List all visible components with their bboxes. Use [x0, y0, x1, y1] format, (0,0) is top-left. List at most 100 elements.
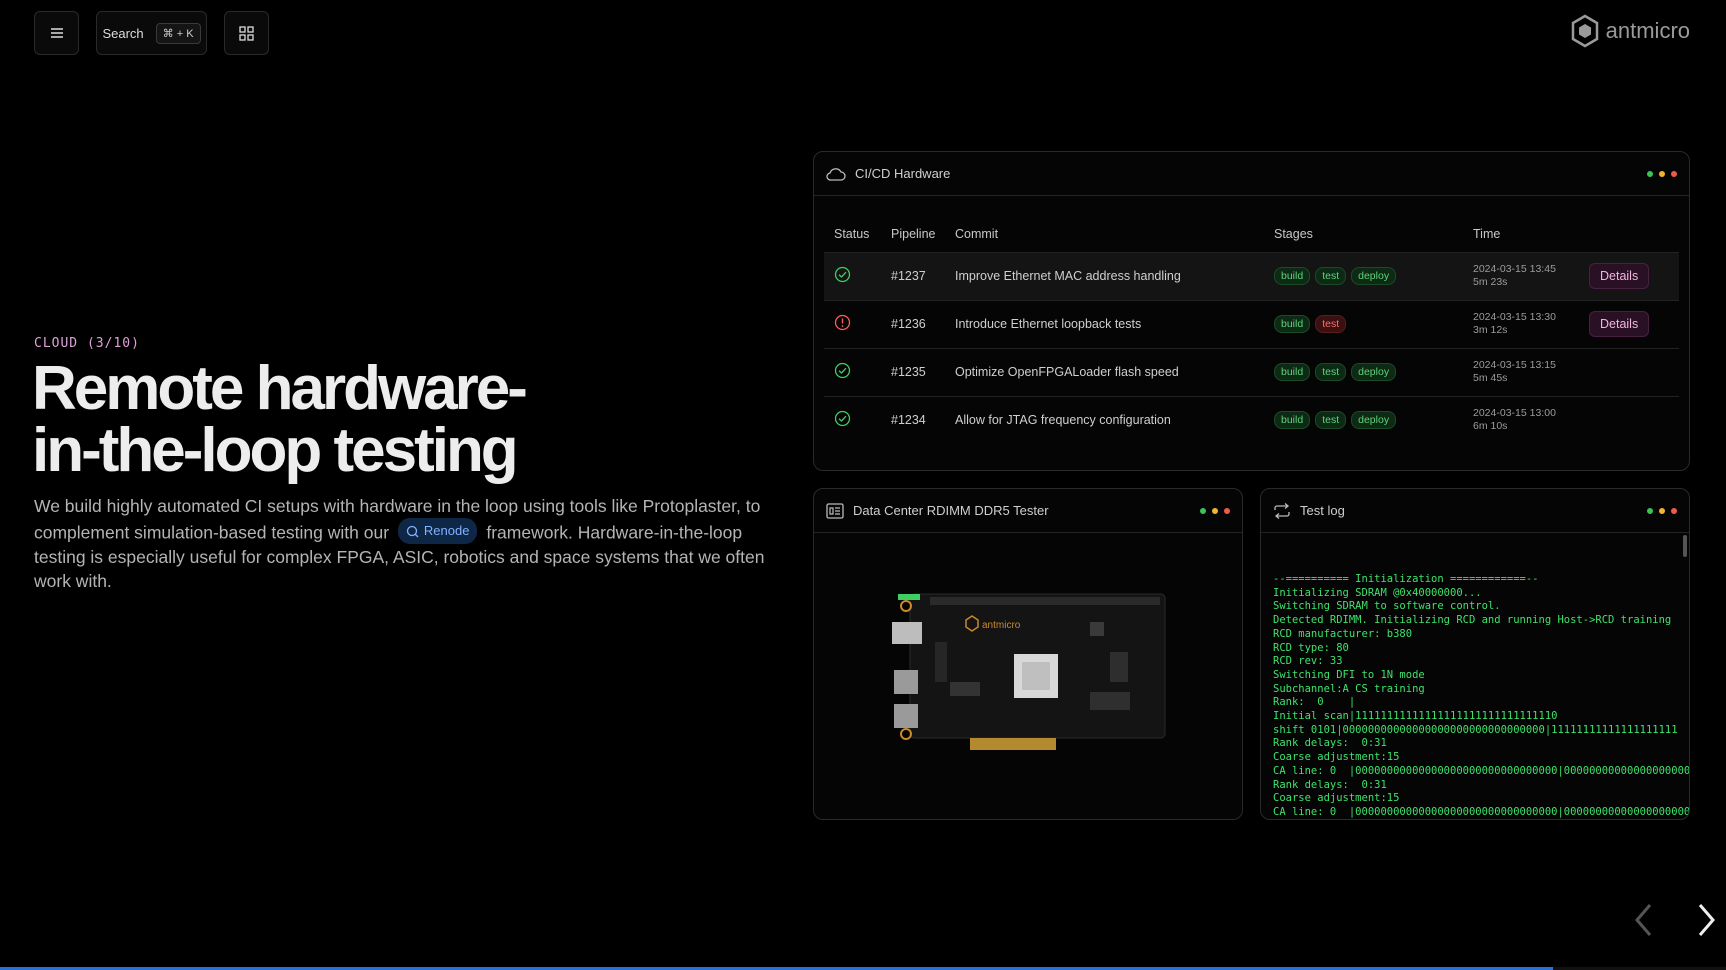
time-cell: 2024-03-15 13:15 5m 45s — [1463, 347, 1579, 396]
log-line: CA line: 0 |0000000000000000000000000000… — [1273, 764, 1690, 777]
log-line: Initial scan|111111111111111111111111111… — [1273, 710, 1558, 723]
status-cell — [824, 251, 881, 300]
ddr5-tester-board-image: antmicro — [892, 593, 1166, 750]
renode-icon — [406, 525, 419, 537]
status-cell — [824, 347, 881, 396]
stages-cell: build test deploy — [1264, 395, 1463, 444]
renode-label: Renode — [423, 523, 470, 538]
table-row[interactable]: #1237 Improve Ethernet MAC address handl… — [824, 251, 1679, 300]
log-line: RCD manufacturer: b380 — [1273, 627, 1413, 640]
title-line-1: Remote hardware- — [32, 354, 528, 423]
hexagon-logo-icon — [1571, 14, 1598, 48]
grid-icon — [239, 25, 254, 41]
commit-message: Optimize OpenFPGALoader flash speed — [945, 347, 1264, 396]
pipeline-id: #1235 — [881, 347, 945, 396]
stage-tag: build — [1274, 267, 1311, 285]
section-eyebrow: CLOUD (3/10) — [34, 336, 140, 351]
stage-tag: build — [1274, 411, 1311, 430]
tester-panel: Data Center RDIMM DDR5 Tester antmicro — [813, 488, 1243, 820]
renode-link[interactable]: Renode — [397, 518, 478, 544]
log-line: shift 0101|00000000000000000000000000000… — [1273, 723, 1678, 736]
col-stages: Stages — [1274, 226, 1313, 241]
pipeline-id: #1236 — [881, 299, 945, 348]
table-row[interactable]: #1236 Introduce Ethernet loopback tests … — [824, 299, 1679, 348]
commit-message: Introduce Ethernet loopback tests — [945, 299, 1264, 348]
stage-tag-failed: test — [1315, 315, 1347, 333]
stages-cell: build test deploy — [1264, 347, 1463, 396]
ci-panel-header: CI/CD Hardware — [814, 152, 1689, 196]
time-cell: 2024-03-15 13:30 3m 12s — [1463, 299, 1579, 348]
col-pipeline: Pipeline — [891, 226, 936, 241]
stage-tag: build — [1274, 315, 1311, 333]
duration: 5m 23s — [1473, 276, 1508, 288]
check-circle-icon — [834, 362, 851, 379]
pipeline-id: #1237 — [881, 251, 945, 300]
log-line: Coarse adjustment:15 — [1273, 751, 1400, 764]
details-button[interactable]: Details — [1589, 263, 1650, 289]
check-circle-icon — [834, 411, 851, 427]
pipeline-id: #1234 — [881, 395, 945, 444]
commit-message: Improve Ethernet MAC address handling — [945, 251, 1264, 300]
log-line: RCD type: 80 — [1273, 641, 1349, 654]
search-shortcut: ⌘ + K — [155, 22, 201, 44]
stage-tag: deploy — [1351, 363, 1397, 381]
cloud-icon — [826, 167, 846, 181]
stage-tag: test — [1315, 411, 1347, 430]
check-circle-icon — [834, 266, 851, 283]
stage-tag: test — [1315, 267, 1347, 285]
col-status: Status — [834, 226, 870, 241]
duration: 6m 10s — [1473, 420, 1508, 433]
stage-tag: test — [1315, 363, 1347, 381]
hamburger-icon — [50, 28, 63, 38]
search-label: Search — [102, 25, 144, 41]
log-output: --========== Initialization ============… — [1261, 533, 1690, 819]
next-arrow-button[interactable] — [1694, 902, 1718, 938]
pipeline-table: Status Pipeline Commit Stages Time #1237… — [824, 216, 1679, 444]
test-log-panel: Test log --========== Initialization ===… — [1260, 488, 1690, 820]
timestamp: 2024-03-15 13:15 — [1473, 359, 1556, 371]
ci-panel-title: CI/CD Hardware — [855, 166, 951, 181]
antmicro-logo[interactable]: antmicro — [1570, 14, 1690, 48]
log-line: Rank delays: 0:31 — [1273, 778, 1387, 791]
table-row[interactable]: #1234 Allow for JTAG frequency configura… — [824, 395, 1679, 444]
window-dots — [1200, 507, 1230, 514]
status-cell — [824, 299, 881, 348]
menu-button[interactable] — [34, 11, 79, 55]
status-cell — [824, 395, 881, 444]
log-line: RCD rev: 33 — [1273, 655, 1343, 668]
stages-cell: build test — [1264, 299, 1463, 348]
log-panel-header: Test log — [1261, 489, 1689, 533]
timestamp: 2024-03-15 13:45 — [1473, 263, 1556, 275]
page-title: Remote hardware- in-the-loop testing — [32, 354, 528, 485]
actions-cell — [1579, 395, 1679, 444]
lead-paragraph: We build highly automated CI setups with… — [34, 494, 774, 593]
log-line: Switching SDRAM to software control. — [1273, 600, 1501, 613]
log-line: Detected RDIMM. Initializing RCD and run… — [1273, 614, 1672, 627]
duration: 5m 45s — [1473, 372, 1508, 384]
details-button[interactable]: Details — [1589, 311, 1650, 337]
grid-view-button[interactable] — [224, 11, 269, 55]
logo-text: antmicro — [1605, 18, 1690, 43]
prev-arrow-button[interactable] — [1632, 902, 1656, 938]
log-line: CA line: 0 |0000000000000000000000000000… — [1273, 805, 1690, 818]
window-dots — [1647, 507, 1677, 514]
time-cell: 2024-03-15 13:00 6m 10s — [1463, 395, 1579, 444]
table-row[interactable]: #1235 Optimize OpenFPGALoader flash spee… — [824, 347, 1679, 396]
actions-cell: Details — [1579, 299, 1679, 348]
stage-tag: deploy — [1351, 411, 1397, 430]
stages-cell: build test deploy — [1264, 251, 1463, 300]
col-actions — [1579, 216, 1679, 252]
log-line: Coarse adjustment:15 — [1273, 792, 1400, 805]
log-line: Rank: 0 | — [1273, 696, 1356, 709]
actions-cell: Details — [1579, 251, 1679, 300]
stage-tag: build — [1274, 363, 1311, 381]
log-line: Initializing SDRAM @0x40000000... — [1273, 586, 1482, 599]
log-scrollbar[interactable] — [1683, 535, 1687, 557]
timestamp: 2024-03-15 13:30 — [1473, 311, 1556, 323]
log-panel-title: Test log — [1300, 503, 1345, 518]
col-commit: Commit — [955, 226, 999, 241]
log-line: Rank delays: 0:31 — [1273, 737, 1387, 750]
col-time: Time — [1473, 226, 1501, 241]
title-line-2: in-the-loop testing — [32, 416, 519, 485]
search-button[interactable]: Search ⌘ + K — [96, 11, 207, 55]
